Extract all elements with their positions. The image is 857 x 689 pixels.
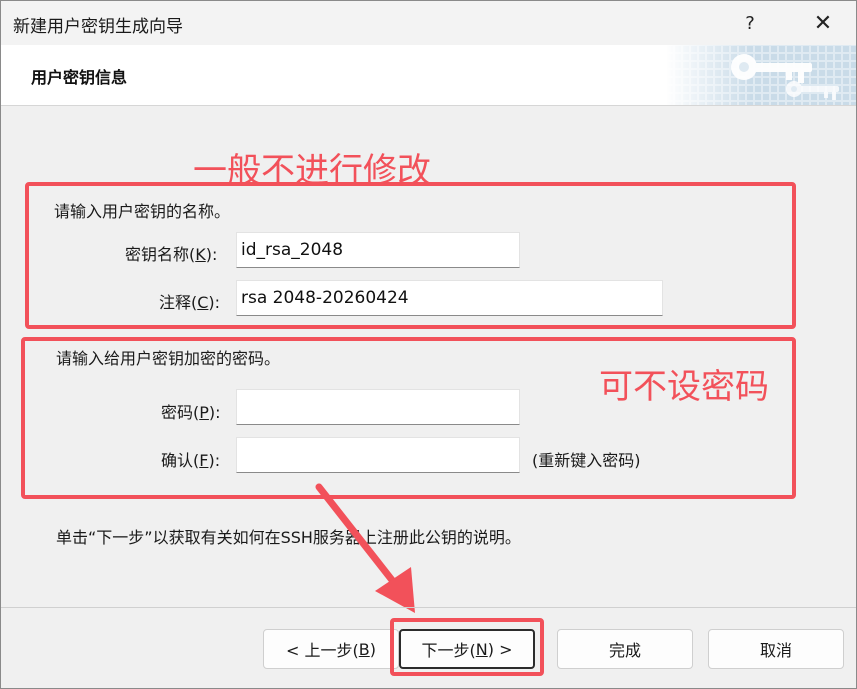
password-section-prompt: 请输入给用户密钥加密的密码。 bbox=[56, 349, 281, 368]
info-text: 单击“下一步”以获取有关如何在SSH服务器上注册此公钥的说明。 bbox=[56, 528, 521, 547]
finish-button[interactable]: 完成 bbox=[557, 629, 693, 669]
title-bar: 新建用户密钥生成向导 ? ✕ bbox=[1, 1, 856, 45]
key-icon bbox=[666, 45, 856, 105]
next-button[interactable]: 下一步(N) > bbox=[399, 629, 535, 669]
cancel-button[interactable]: 取消 bbox=[708, 629, 844, 669]
password-label: 密码(P): bbox=[161, 403, 221, 422]
confirm-label: 确认(F): bbox=[161, 451, 221, 470]
page-title: 用户密钥信息 bbox=[31, 68, 128, 87]
password-input[interactable] bbox=[236, 389, 520, 425]
comment-input[interactable] bbox=[236, 280, 663, 316]
confirm-password-input[interactable] bbox=[236, 437, 520, 473]
annotation-arrow bbox=[315, 483, 415, 613]
new-user-key-wizard-window: 新建用户密钥生成向导 ? ✕ 用户密钥信息 一般不进行修改 请输入用户密钥的名称… bbox=[0, 0, 857, 689]
key-section-prompt: 请输入用户密钥的名称。 bbox=[54, 202, 231, 221]
comment-label: 注释(C): bbox=[159, 293, 221, 312]
confirm-hint: (重新键入密码) bbox=[532, 451, 641, 470]
close-icon: ✕ bbox=[813, 10, 833, 36]
key-name-input[interactable] bbox=[236, 232, 520, 268]
key-name-label: 密钥名称(K): bbox=[125, 245, 218, 264]
wizard-header: 用户密钥信息 bbox=[1, 45, 856, 106]
close-button[interactable]: ✕ bbox=[790, 1, 856, 45]
help-button[interactable]: ? bbox=[717, 1, 783, 45]
footer-separator bbox=[1, 607, 856, 608]
back-button[interactable]: < 上一步(B) bbox=[263, 629, 399, 669]
help-icon: ? bbox=[745, 12, 755, 34]
window-title: 新建用户密钥生成向导 bbox=[13, 17, 183, 37]
annotation-no-password-note: 可不设密码 bbox=[599, 367, 769, 407]
